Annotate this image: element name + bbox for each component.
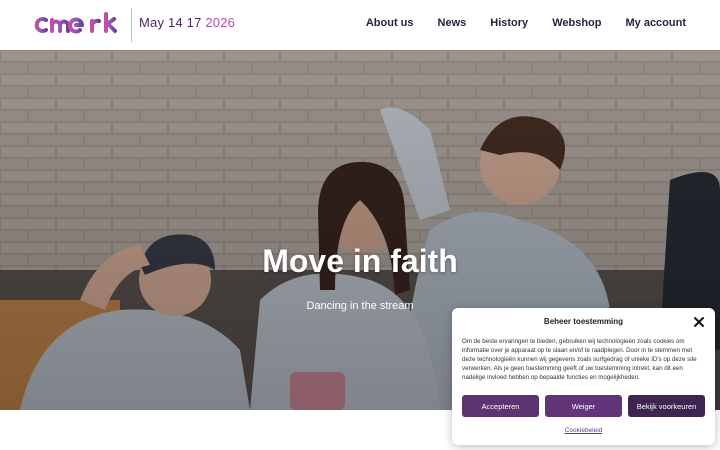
close-icon[interactable]	[693, 316, 705, 328]
nav-news[interactable]: News	[438, 17, 467, 29]
event-date: May 14 17 2026	[139, 15, 235, 30]
event-date-year: 2026	[205, 15, 236, 30]
nav-my-account[interactable]: My account	[625, 17, 686, 29]
consent-body: Om de beste ervaringen te bieden, gebrui…	[462, 338, 697, 381]
logo-divider	[131, 8, 132, 42]
main-nav: About us News History Webshop My account	[366, 17, 686, 29]
nav-about-us[interactable]: About us	[366, 17, 414, 29]
site-header: May 14 17 2026 About us News History Web…	[0, 0, 720, 50]
accept-button[interactable]: Accepteren	[462, 395, 539, 417]
cookie-consent-dialog: Beheer toestemming Om de beste ervaringe…	[452, 308, 715, 445]
consent-title: Beheer toestemming	[543, 317, 624, 326]
emerk-logo-icon	[34, 12, 117, 34]
deny-button[interactable]: Weiger	[545, 395, 622, 417]
logo[interactable]	[34, 10, 128, 38]
view-preferences-button[interactable]: Bekijk voorkeuren	[628, 395, 705, 417]
hero-title: Move in faith	[262, 243, 458, 279]
nav-history[interactable]: History	[490, 17, 528, 29]
cookie-policy-link[interactable]: Cookiebeleid	[452, 427, 715, 434]
nav-webshop[interactable]: Webshop	[552, 17, 601, 29]
event-date-days: May 14 17	[139, 15, 202, 30]
